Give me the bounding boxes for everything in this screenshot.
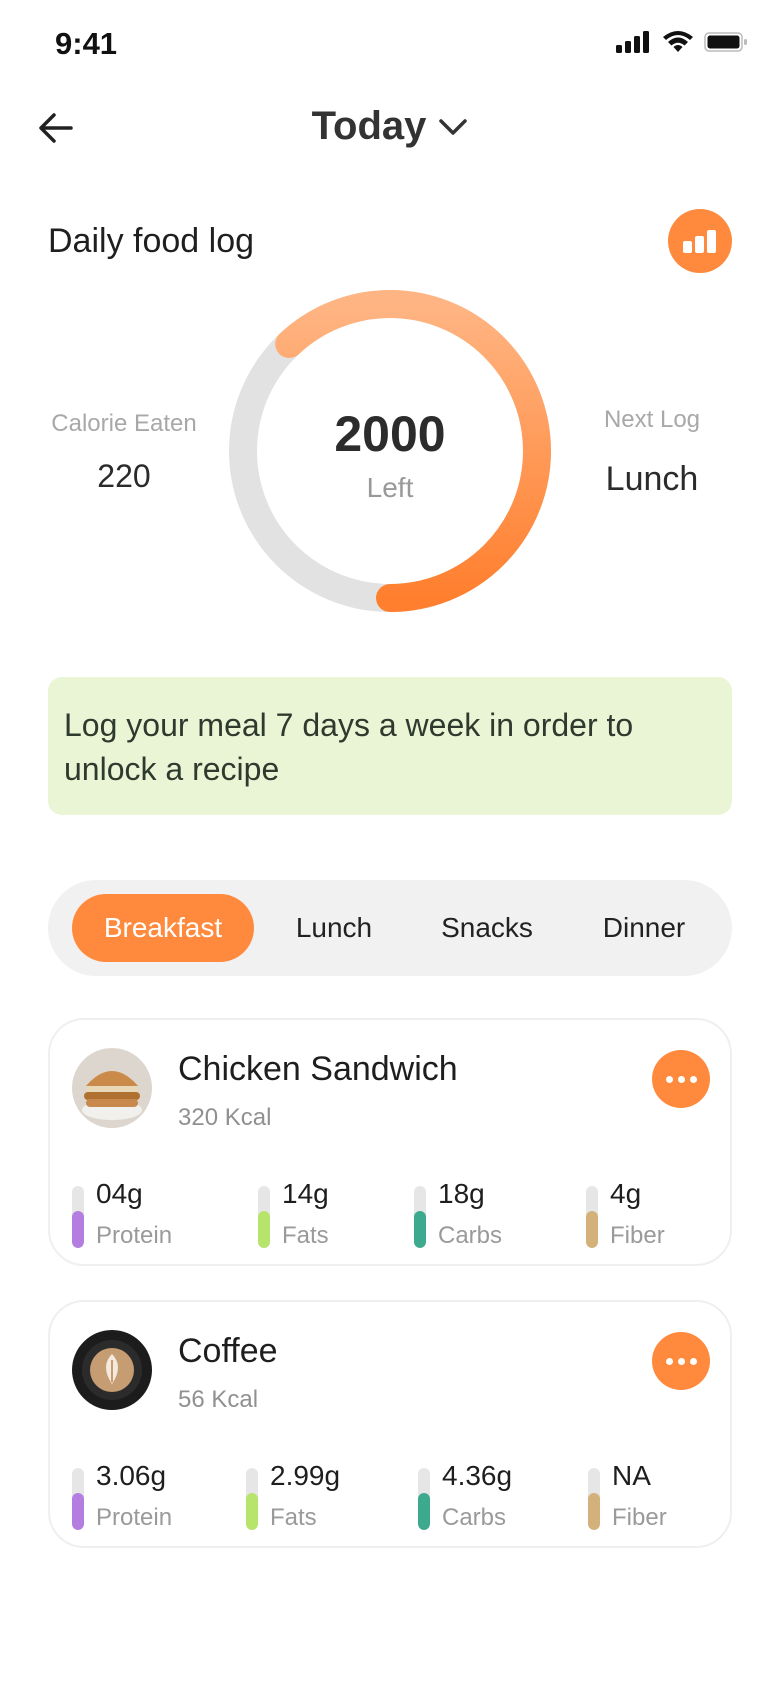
macro-bar <box>588 1468 600 1530</box>
battery-icon <box>704 32 747 52</box>
calories-left-label: Left <box>366 472 414 503</box>
macro-value: 3.06g <box>96 1460 167 1491</box>
macro-bar <box>418 1468 430 1530</box>
macro-label: Fats <box>282 1222 329 1249</box>
meal-calories: 56 Kcal <box>178 1386 259 1413</box>
tab-snacks[interactable]: Snacks <box>414 894 560 962</box>
section-title: Daily food log <box>48 222 255 260</box>
tab-lunch[interactable]: Lunch <box>268 894 400 962</box>
macro-bar-fill <box>246 1492 258 1530</box>
macro-bar <box>586 1186 598 1248</box>
macro-bar-fill <box>588 1492 600 1530</box>
meal-calories: 320 Kcal <box>178 1104 272 1131</box>
dot-icon <box>689 1357 697 1365</box>
wifi-icon <box>663 31 693 52</box>
macro-bar <box>258 1186 270 1248</box>
macro-bar-fill <box>586 1210 598 1248</box>
macro-label: Protein <box>96 1222 173 1249</box>
latte-image <box>72 1330 152 1410</box>
macro-bar-fill <box>418 1492 430 1530</box>
macro-label: Carbs <box>442 1504 507 1531</box>
macro-label: Fiber <box>610 1222 665 1249</box>
bar-chart-icon <box>683 230 716 253</box>
meal-name: Chicken Sandwich <box>178 1050 458 1088</box>
macro-bar-fill <box>258 1210 270 1248</box>
meal-card[interactable]: Coffee 56 Kcal 3.06g Protein 2.99g Fats … <box>48 1300 732 1548</box>
macro-label: Protein <box>96 1504 173 1531</box>
meal-tabs: Breakfast Lunch Snacks Dinner <box>48 880 732 976</box>
calories-left-value: 2000 <box>334 406 446 462</box>
macro-label: Carbs <box>438 1222 503 1249</box>
macro-label: Fiber <box>612 1504 667 1531</box>
macro-bar <box>72 1468 84 1530</box>
cellular-signal-icon <box>616 31 649 53</box>
tab-breakfast[interactable]: Breakfast <box>72 894 254 962</box>
macro-bar-fill <box>72 1492 84 1530</box>
date-selector[interactable]: Today <box>0 104 780 149</box>
status-icons <box>616 30 748 54</box>
status-time: 9:41 <box>55 26 118 61</box>
macro-value: 14g <box>282 1178 329 1209</box>
macro-bar-fill <box>414 1210 426 1248</box>
next-log-value: Lunch <box>605 460 699 498</box>
dot-icon <box>665 1075 673 1083</box>
macro-value: 2.99g <box>270 1460 341 1491</box>
macro-bar-fill <box>72 1210 84 1248</box>
macro-value: NA <box>612 1460 651 1491</box>
macro-value: 18g <box>438 1178 485 1209</box>
recipe-unlock-banner: Log your meal 7 days a week in order to … <box>48 677 732 815</box>
more-options-button[interactable] <box>652 1332 710 1390</box>
page-title: Today <box>311 104 427 148</box>
macro-label: Fats <box>270 1504 317 1531</box>
dot-icon <box>689 1075 697 1083</box>
dot-icon <box>665 1357 673 1365</box>
calorie-eaten-label: Calorie Eaten <box>51 410 197 437</box>
more-options-button[interactable] <box>652 1050 710 1108</box>
macro-value: 4g <box>610 1178 642 1209</box>
burger-image <box>72 1048 152 1128</box>
calorie-eaten-value: 220 <box>97 458 151 494</box>
chevron-down-icon <box>439 118 468 135</box>
macro-value: 04g <box>96 1178 143 1209</box>
tab-dinner[interactable]: Dinner <box>574 894 714 962</box>
meal-name: Coffee <box>178 1332 278 1370</box>
macro-value: 4.36g <box>442 1460 513 1491</box>
dot-icon <box>677 1357 685 1365</box>
next-log-label: Next Log <box>603 406 701 433</box>
meal-card[interactable]: Chicken Sandwich 320 Kcal 04g Protein 14… <box>48 1018 732 1266</box>
macro-bar <box>246 1468 258 1530</box>
dot-icon <box>677 1075 685 1083</box>
macro-bar <box>414 1186 426 1248</box>
macro-bar <box>72 1186 84 1248</box>
stats-button[interactable] <box>668 209 732 273</box>
